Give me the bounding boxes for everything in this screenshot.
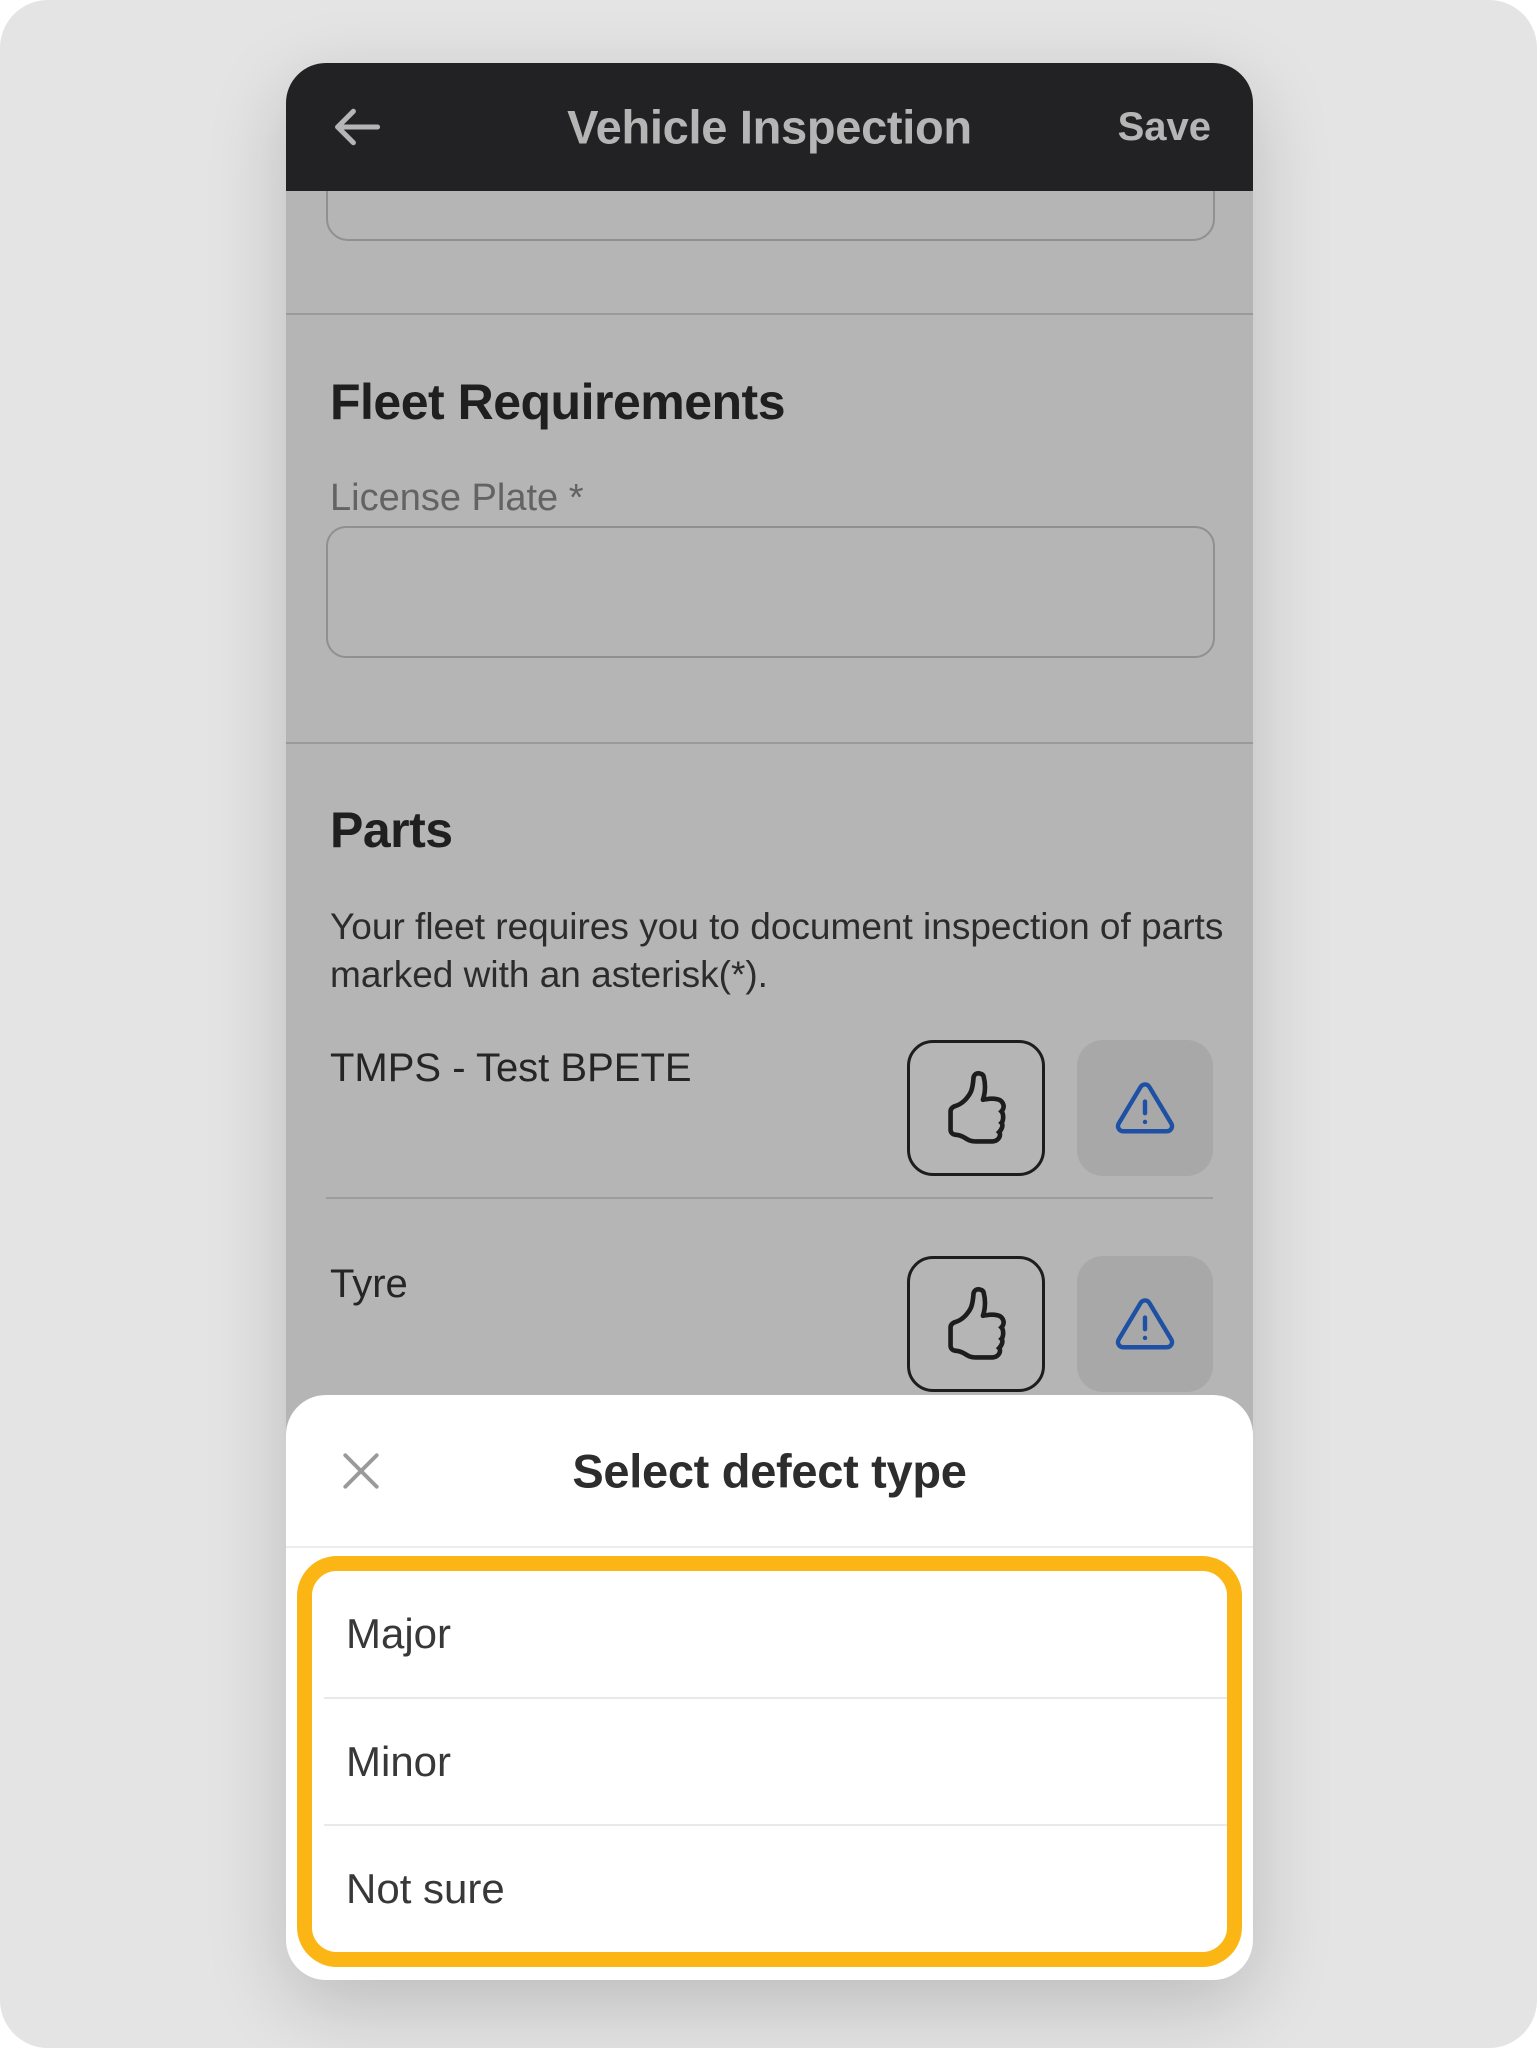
sheet-title: Select defect type [286,1443,1253,1498]
option-major[interactable]: Major [312,1571,1227,1697]
defect-type-option-list: Major Minor Not sure [297,1556,1242,1967]
vehicle-inspection-screen: Vehicle Inspection Save Fleet Requiremen… [286,63,1253,1980]
option-minor[interactable]: Minor [312,1699,1227,1825]
close-icon[interactable] [332,1442,390,1500]
option-not-sure[interactable]: Not sure [312,1826,1227,1952]
sheet-header: Select defect type [286,1395,1253,1548]
screen-background: Vehicle Inspection Save Fleet Requiremen… [0,0,1537,2048]
select-defect-type-sheet: Select defect type Major Minor Not sure [286,1395,1253,1980]
